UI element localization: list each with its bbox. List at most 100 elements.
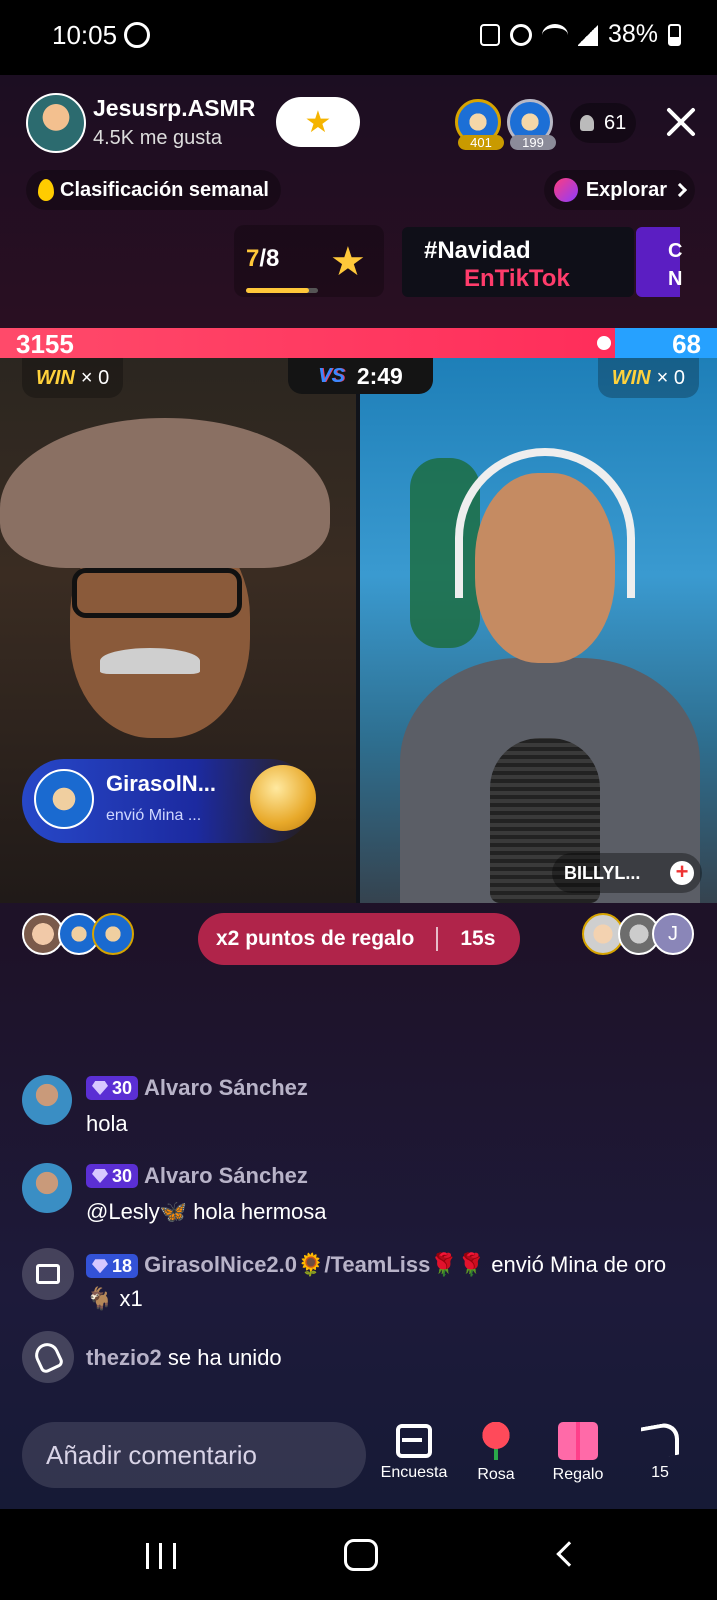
- host-likes: 4.5K me gusta: [93, 127, 222, 149]
- system-nav-bar: [0, 1509, 717, 1600]
- right-score-segment: 68: [615, 328, 717, 359]
- top-viewer-2[interactable]: 199: [507, 99, 556, 150]
- status-bar: 10:05 38%: [0, 0, 717, 75]
- bonus-timer: 15s: [460, 927, 496, 950]
- follow-button[interactable]: ★: [276, 97, 360, 147]
- gift-event-icon: [22, 1248, 74, 1300]
- battery-percent: 38%: [607, 20, 658, 48]
- gift-toast[interactable]: GirasolN... envió Mina ...: [22, 759, 316, 843]
- gem-icon: [92, 1081, 108, 1095]
- glasses: [72, 568, 242, 618]
- top-viewer-1[interactable]: 401: [455, 99, 504, 150]
- explore-chip[interactable]: Explorar: [543, 170, 695, 210]
- chat-message[interactable]: 30 Alvaro Sánchez hola: [22, 1075, 702, 1155]
- live-room: Jesusrp.ASMR 4.5K me gusta ★ 401 199 61 …: [0, 75, 717, 1509]
- left-supporter-3[interactable]: [92, 913, 134, 955]
- level-badge: 18: [86, 1254, 139, 1279]
- opponent-video[interactable]: WIN × 0: [360, 358, 717, 903]
- share-count: 15: [651, 1464, 669, 1481]
- level-badge: 30: [86, 1164, 139, 1188]
- gift-box-icon: [36, 1264, 60, 1284]
- share-button[interactable]: 15: [618, 1420, 702, 1482]
- battery-icon: [668, 23, 681, 46]
- viewer-count[interactable]: 61: [570, 103, 637, 143]
- chat-name-line: 30 Alvaro Sánchez: [86, 1163, 308, 1189]
- gem-icon: [92, 1169, 108, 1183]
- rose-button[interactable]: Rosa: [454, 1420, 538, 1484]
- gift-sender-name: GirasolN...: [106, 771, 217, 796]
- home-icon[interactable]: [344, 1539, 378, 1571]
- top-viewer-1-count: 401: [458, 135, 504, 150]
- chat-username[interactable]: Alvaro Sánchez: [144, 1163, 308, 1189]
- explore-label: Explorar: [585, 178, 667, 201]
- signal-icon: [577, 23, 598, 46]
- weekly-ranking-chip[interactable]: Clasificación semanal: [26, 170, 281, 210]
- host-avatar[interactable]: [26, 93, 86, 153]
- gift-event-text: 18 GirasolNice2.0🌻/TeamLiss🌹🌹 envió Mina…: [86, 1248, 696, 1316]
- event-progress-box[interactable]: 7/8 ★: [234, 225, 384, 297]
- status-icons: 38%: [479, 20, 681, 49]
- event-progress-fill: [246, 288, 309, 293]
- coin-icon: [250, 765, 316, 831]
- gift-toast-text: envió Mina ...: [106, 807, 202, 824]
- gift-sender-avatar: [34, 769, 94, 829]
- opponent-tag[interactable]: BILLYL... +: [552, 853, 702, 893]
- explore-icon: [553, 178, 578, 202]
- gift-event-user[interactable]: GirasolNice2.0🌻/TeamLiss🌹🌹: [144, 1252, 485, 1277]
- alarm-icon: [509, 23, 532, 46]
- poll-label: Encuesta: [380, 1464, 448, 1481]
- gift-label: Regalo: [552, 1466, 604, 1483]
- bonus-label: x2 puntos de regalo: [216, 927, 415, 950]
- right-score: 68: [672, 329, 701, 359]
- share-icon: [641, 1420, 679, 1462]
- bonus-separator: [436, 927, 439, 951]
- chat-message[interactable]: 30 Alvaro Sánchez @Lesly🦋 hola hermosa: [22, 1163, 702, 1243]
- join-event-message: se ha unido: [161, 1345, 282, 1370]
- chat-text: hola: [86, 1111, 128, 1136]
- gift-icon: [558, 1422, 598, 1460]
- back-icon[interactable]: [556, 1541, 582, 1567]
- plus-icon[interactable]: +: [670, 861, 694, 885]
- battle-time: 2:49: [356, 362, 403, 389]
- flame-icon: [38, 179, 54, 201]
- close-icon[interactable]: [664, 105, 698, 139]
- comment-input[interactable]: Añadir comentario: [22, 1422, 366, 1488]
- banner-line2: EnTikTok: [464, 265, 570, 292]
- battle-score-bar: 3155 68: [0, 328, 717, 359]
- join-event-user[interactable]: thezio2: [86, 1345, 162, 1370]
- host-name[interactable]: Jesusrp.ASMR: [93, 95, 255, 122]
- christmas-banner[interactable]: #Navidad EnTikTok: [402, 227, 634, 297]
- gift-button[interactable]: Regalo: [536, 1420, 620, 1484]
- join-event[interactable]: thezio2 se ha unido: [22, 1331, 702, 1387]
- left-win-badge: WIN × 0: [22, 358, 124, 398]
- left-score-segment: 3155: [0, 328, 615, 359]
- rose-icon: [479, 1422, 513, 1460]
- level-badge: 30: [86, 1076, 139, 1100]
- event-progress: 7/8: [246, 245, 280, 272]
- bonus-points-pill: x2 puntos de regalo 15s: [198, 913, 520, 965]
- banner-line1: #Navidad: [424, 237, 531, 264]
- chat-username[interactable]: Alvaro Sánchez: [144, 1075, 308, 1101]
- chat-avatar[interactable]: [22, 1163, 72, 1213]
- right-supporter-3[interactable]: J: [652, 913, 694, 955]
- chat-name-line: 30 Alvaro Sánchez: [86, 1075, 308, 1101]
- headphones: [455, 448, 635, 598]
- join-event-icon: [22, 1331, 74, 1383]
- weekly-ranking-label: Clasificación semanal: [60, 178, 269, 201]
- poll-icon: [396, 1424, 432, 1458]
- mustache-filter: [100, 648, 200, 674]
- event-progress-bar: [246, 288, 318, 293]
- gift-event[interactable]: 18 GirasolNice2.0🌻/TeamLiss🌹🌹 envió Mina…: [22, 1248, 702, 1324]
- person-icon: [580, 115, 594, 131]
- wifi-icon: [541, 23, 568, 46]
- chat-avatar[interactable]: [22, 1075, 72, 1125]
- next-banner[interactable]: C N: [636, 227, 682, 297]
- chat-text: @Lesly🦋 hola hermosa: [86, 1199, 327, 1224]
- whatsapp-icon: [124, 22, 150, 48]
- recent-apps-icon[interactable]: [146, 1543, 176, 1569]
- score-flame-icon: [593, 332, 615, 354]
- poll-button[interactable]: Encuesta: [372, 1420, 456, 1482]
- viewer-count-value: 61: [604, 111, 627, 134]
- join-event-text: thezio2 se ha unido: [86, 1341, 696, 1375]
- star-icon: ★: [330, 240, 366, 284]
